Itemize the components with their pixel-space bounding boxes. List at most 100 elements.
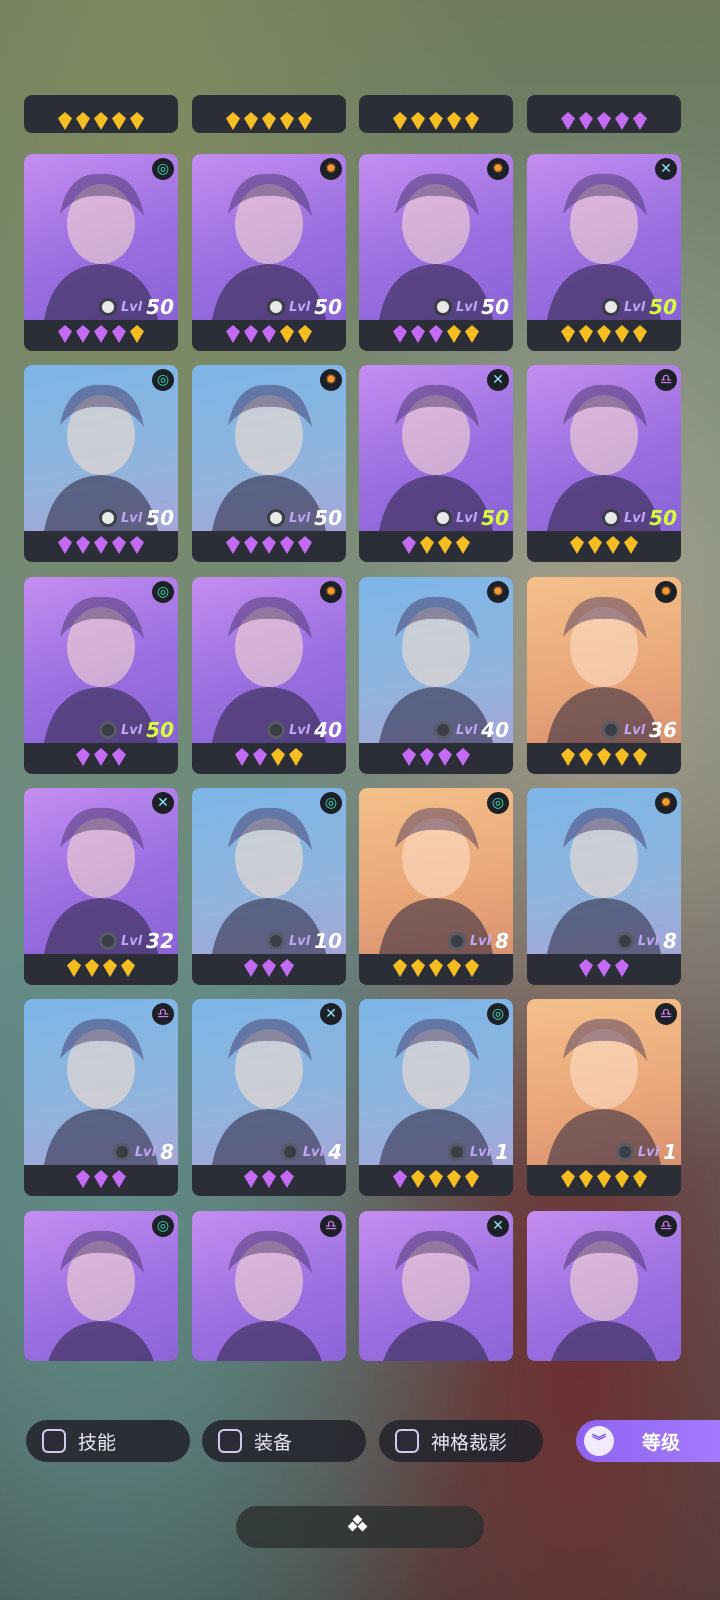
level-row: Lvl 50 (601, 295, 677, 319)
hero-card[interactable]: ✹ Lvl 50 (192, 365, 346, 562)
filter-equipment[interactable]: 装备 (202, 1420, 366, 1462)
gear-class-icon: ✹ (655, 792, 677, 814)
gold-star-gem-icon (280, 325, 294, 343)
hero-card[interactable]: ◎ Lvl 1 (359, 999, 513, 1196)
hero-card[interactable]: ✕ Lvl 32 (24, 788, 178, 985)
star-rank (527, 956, 681, 980)
hero-card[interactable]: ♎ (192, 1211, 346, 1361)
filter-bar: 技能 装备 神格裁影 ︾ 等级 (0, 1420, 720, 1462)
level-prefix: Lvl (469, 1144, 492, 1160)
purple-star-gem-icon (76, 536, 90, 554)
checkbox-divinity[interactable] (395, 1429, 419, 1453)
hero-card[interactable]: ◎ Lvl 50 (24, 365, 178, 562)
cross-class-icon: ✕ (152, 792, 174, 814)
gold-star-gem-icon (465, 325, 479, 343)
gear-class-icon: ✹ (655, 581, 677, 603)
hero-card[interactable]: ♎ Lvl 50 (527, 365, 681, 562)
level-value: 50 (146, 718, 174, 742)
hero-card[interactable]: ♎ Lvl 1 (527, 999, 681, 1196)
hero-card[interactable]: ✹ Lvl 8 (527, 788, 681, 985)
purple-star-gem-icon (429, 325, 443, 343)
purple-star-gem-icon (94, 1170, 108, 1188)
star-rank (24, 533, 178, 557)
gold-star-gem-icon (570, 536, 584, 554)
hero-card[interactable]: ✕ Lvl 50 (359, 365, 513, 562)
gold-star-gem-icon (633, 1170, 647, 1188)
hero-card[interactable]: ◎ Lvl 8 (359, 788, 513, 985)
level-row: Lvl 36 (601, 718, 677, 742)
level-prefix: Lvl (288, 722, 311, 738)
hero-card[interactable]: ◎ Lvl 10 (192, 788, 346, 985)
hero-card[interactable]: ✹ Lvl 50 (359, 154, 513, 351)
purple-star-gem-icon (94, 325, 108, 343)
hero-card[interactable]: ◎ Lvl 50 (24, 154, 178, 351)
hero-card-partial[interactable] (359, 95, 513, 133)
rank-wheel-icon (280, 1143, 299, 1161)
star-rank (192, 533, 346, 557)
sort-by-level-button[interactable]: ︾ 等级 (576, 1420, 720, 1462)
hero-card[interactable]: ◎ (24, 1211, 178, 1361)
filter-divinity[interactable]: 神格裁影 (379, 1420, 543, 1462)
cross-class-icon: ✕ (487, 369, 509, 391)
gold-star-gem-icon (447, 959, 461, 977)
gear-class-icon: ✹ (487, 158, 509, 180)
cross-class-icon: ✕ (487, 1215, 509, 1237)
star-rank (359, 533, 513, 557)
level-prefix: Lvl (120, 510, 143, 526)
spiral-class-icon: ◎ (487, 792, 509, 814)
level-value: 50 (146, 295, 174, 319)
spiral-class-icon: ◎ (152, 158, 174, 180)
star-rank (359, 1167, 513, 1191)
gold-star-gem-icon (624, 536, 638, 554)
hero-card-partial[interactable] (24, 95, 178, 133)
gold-star-gem-icon (76, 112, 90, 130)
rank-wheel-icon (266, 509, 285, 527)
hero-card[interactable]: ✕ (359, 1211, 513, 1361)
hero-grid-scroll[interactable]: ◎ Lvl 50 ✹ Lvl 50 ✹ Lvl 50 ✕ Lvl 50 ◎ Lvl 50 ✹ Lvl 50 ✕ Lvl… (0, 0, 720, 1383)
gold-star-gem-icon (633, 748, 647, 766)
level-value: 50 (481, 506, 509, 530)
hero-card[interactable]: ✹ Lvl 40 (359, 577, 513, 774)
filter-skill-label: 技能 (78, 1431, 117, 1454)
rank-wheel-icon (98, 721, 117, 739)
purple-star-gem-icon (235, 748, 249, 766)
hero-card[interactable]: ✹ Lvl 50 (192, 154, 346, 351)
rank-wheel-icon (266, 298, 285, 316)
gold-star-gem-icon (465, 959, 479, 977)
hero-card-partial[interactable] (527, 95, 681, 133)
sort-label: 等级 (642, 1431, 681, 1454)
level-prefix: Lvl (637, 933, 660, 949)
star-rank (359, 322, 513, 346)
hero-card[interactable]: ✹ Lvl 36 (527, 577, 681, 774)
level-row: Lvl 4 (280, 1140, 342, 1164)
rank-wheel-icon (447, 1143, 466, 1161)
purple-star-gem-icon (561, 112, 575, 130)
hero-card-partial[interactable] (192, 95, 346, 133)
gold-star-gem-icon (588, 536, 602, 554)
level-prefix: Lvl (288, 299, 311, 315)
hero-card[interactable]: ♎ (527, 1211, 681, 1361)
gold-star-gem-icon (226, 112, 240, 130)
rank-wheel-icon (601, 298, 620, 316)
filter-skill[interactable]: 技能 (26, 1420, 190, 1462)
gold-star-gem-icon (420, 536, 434, 554)
checkbox-skill[interactable] (42, 1429, 66, 1453)
level-row: Lvl 50 (266, 295, 342, 319)
level-prefix: Lvl (302, 1144, 325, 1160)
star-rank (192, 109, 346, 133)
spiral-class-icon: ◎ (152, 369, 174, 391)
star-rank (527, 322, 681, 346)
collapse-button[interactable] (236, 1506, 484, 1548)
level-value: 50 (649, 295, 677, 319)
hero-card[interactable]: ✕ Lvl 4 (192, 999, 346, 1196)
hero-card[interactable]: ✕ Lvl 50 (527, 154, 681, 351)
level-value: 10 (314, 929, 342, 953)
purple-star-gem-icon (226, 536, 240, 554)
purple-star-gem-icon (112, 325, 126, 343)
star-rank (192, 956, 346, 980)
hero-card[interactable]: ♎ Lvl 8 (24, 999, 178, 1196)
hero-card[interactable]: ✹ Lvl 40 (192, 577, 346, 774)
purple-star-gem-icon (76, 325, 90, 343)
checkbox-equipment[interactable] (218, 1429, 242, 1453)
hero-card[interactable]: ◎ Lvl 50 (24, 577, 178, 774)
